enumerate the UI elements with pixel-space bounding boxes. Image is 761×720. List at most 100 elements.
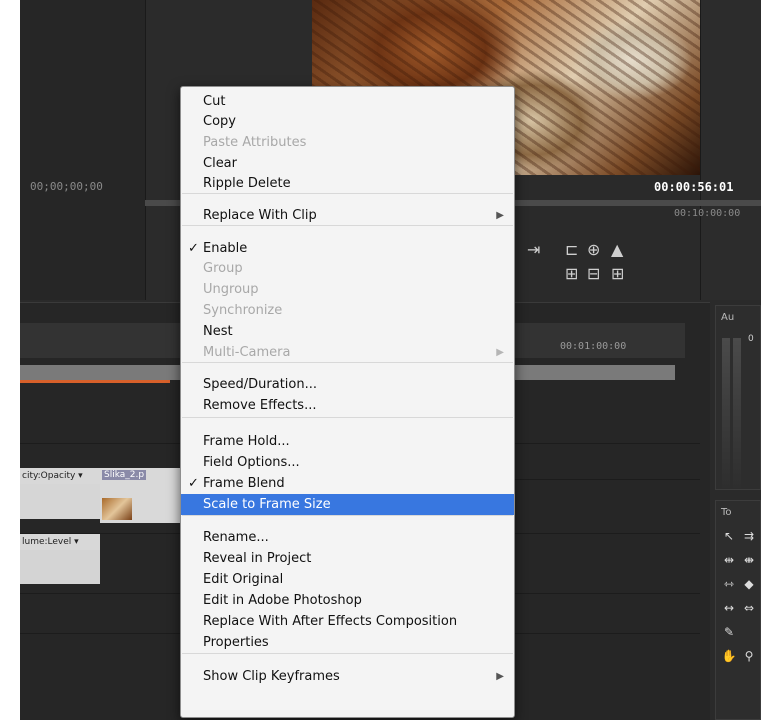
tools-panel: To ↖ ⇉ ⇹ ⇼ ⇿ ◆ ↔ ⇔ ✎ ✋ ⚲ bbox=[715, 500, 761, 720]
menu-item-label: Synchronize bbox=[203, 303, 283, 318]
menu-item-label: Replace With After Effects Composition bbox=[203, 614, 458, 629]
submenu-arrow-icon: ▶ bbox=[496, 671, 504, 682]
menu-item-label: Edit Original bbox=[203, 572, 284, 587]
menu-item-label: Field Options... bbox=[203, 455, 300, 470]
work-area-bar[interactable] bbox=[20, 380, 170, 383]
extract-icon[interactable]: ⊕ bbox=[587, 240, 600, 259]
menu-item-label: Remove Effects... bbox=[203, 398, 317, 413]
menu-item-remove-effects[interactable]: Remove Effects... bbox=[181, 395, 514, 416]
checkmark-icon: ✓ bbox=[188, 241, 199, 256]
menu-separator bbox=[182, 362, 513, 363]
menu-item-label: Show Clip Keyframes bbox=[203, 669, 340, 684]
zoom-tool-icon[interactable]: ⚲ bbox=[740, 649, 758, 663]
grid-icon[interactable]: ⊞ bbox=[611, 264, 624, 283]
selection-tool-icon[interactable]: ↖ bbox=[720, 529, 738, 543]
menu-item-label: Replace With Clip bbox=[203, 208, 317, 223]
menu-item-group: Group bbox=[181, 258, 514, 279]
menu-item-enable[interactable]: ✓ Enable bbox=[181, 238, 514, 259]
menu-item-label: Properties bbox=[203, 635, 269, 650]
slip-tool-icon[interactable]: ↔ bbox=[720, 601, 738, 615]
menu-item-label: Speed/Duration... bbox=[203, 377, 317, 392]
source-monitor bbox=[20, 0, 146, 300]
menu-item-label: Edit in Adobe Photoshop bbox=[203, 593, 362, 608]
menu-item-label: Multi-Camera bbox=[203, 345, 291, 360]
checkmark-icon: ✓ bbox=[188, 476, 199, 491]
menu-item-label: Frame Blend bbox=[203, 476, 285, 491]
menu-item-field-options[interactable]: Field Options... bbox=[181, 452, 514, 473]
program-monitor-right bbox=[700, 0, 761, 300]
menu-item-label: Rename... bbox=[203, 530, 269, 545]
menu-item-edit-in-adobe-photoshop[interactable]: Edit in Adobe Photoshop bbox=[181, 590, 514, 611]
menu-item-reveal-in-project[interactable]: Reveal in Project bbox=[181, 548, 514, 569]
menu-item-rename[interactable]: Rename... bbox=[181, 527, 514, 548]
menu-separator bbox=[182, 193, 513, 194]
menu-item-copy[interactable]: Copy bbox=[181, 111, 514, 132]
tools-tab[interactable]: To bbox=[721, 507, 732, 518]
menu-item-frame-blend[interactable]: ✓ Frame Blend bbox=[181, 473, 514, 494]
menu-item-show-clip-keyframes[interactable]: Show Clip Keyframes ▶ bbox=[181, 666, 514, 687]
audio-meter-left bbox=[722, 338, 730, 488]
submenu-arrow-icon: ▶ bbox=[496, 347, 504, 358]
premiere-workspace: 00;00;00;00 00:00:56:01 00:10:00:00 ⇥ ⊏ … bbox=[20, 0, 761, 720]
menu-item-label: Clear bbox=[203, 156, 237, 171]
menu-item-multi-camera: Multi-Camera ▶ bbox=[181, 342, 514, 363]
export-frame-icon[interactable]: ▲ bbox=[611, 240, 623, 259]
slide-tool-icon[interactable]: ⇔ bbox=[740, 601, 758, 615]
clip-name: Slika_2.p bbox=[102, 470, 147, 480]
menu-item-label: Frame Hold... bbox=[203, 434, 290, 449]
trim-icon[interactable]: ⊞ bbox=[565, 264, 578, 283]
audio-meter-right bbox=[733, 338, 741, 488]
menu-item-properties[interactable]: Properties bbox=[181, 632, 514, 653]
rate-stretch-tool-icon[interactable]: ⇿ bbox=[720, 577, 738, 591]
menu-item-label: Paste Attributes bbox=[203, 135, 307, 150]
timecode-duration: 00:10:00:00 bbox=[674, 208, 741, 219]
razor-tool-icon[interactable]: ◆ bbox=[740, 577, 758, 591]
timecode-left: 00;00;00;00 bbox=[30, 180, 103, 193]
meter-zero-label: 0 bbox=[748, 334, 754, 344]
menu-item-nest[interactable]: Nest bbox=[181, 321, 514, 342]
menu-separator bbox=[182, 225, 513, 226]
menu-item-label: Reveal in Project bbox=[203, 551, 312, 566]
context-menu: Cut Copy Paste Attributes Clear Ripple Delet… bbox=[180, 86, 515, 718]
menu-item-scale-to-frame-size[interactable]: Scale to Frame Size bbox=[181, 494, 514, 515]
clip-thumbnail bbox=[102, 498, 132, 520]
hand-tool-icon[interactable]: ✋ bbox=[720, 649, 738, 663]
pen-tool-icon[interactable]: ✎ bbox=[720, 625, 738, 639]
menu-item-cut[interactable]: Cut bbox=[181, 91, 514, 112]
submenu-arrow-icon: ▶ bbox=[496, 210, 504, 221]
lift-icon[interactable]: ⊏ bbox=[565, 240, 578, 259]
menu-item-frame-hold[interactable]: Frame Hold... bbox=[181, 431, 514, 452]
menu-item-edit-original[interactable]: Edit Original bbox=[181, 569, 514, 590]
menu-item-label: Cut bbox=[203, 94, 226, 109]
track-select-tool-icon[interactable]: ⇉ bbox=[740, 529, 758, 543]
video-clip[interactable] bbox=[20, 484, 100, 519]
audio-meters-panel: Au 0 bbox=[715, 305, 761, 490]
rolling-edit-tool-icon[interactable]: ⇼ bbox=[740, 553, 758, 567]
menu-item-replace-with-clip[interactable]: Replace With Clip ▶ bbox=[181, 205, 514, 226]
menu-item-label: Enable bbox=[203, 241, 248, 256]
menu-item-synchronize: Synchronize bbox=[181, 300, 514, 321]
output-icon[interactable]: ⊟ bbox=[587, 264, 600, 283]
clip-volume-label[interactable]: lume:Level ▾ bbox=[20, 534, 100, 550]
menu-item-label: Copy bbox=[203, 114, 236, 129]
menu-item-speed-duration[interactable]: Speed/Duration... bbox=[181, 374, 514, 395]
menu-item-replace-with-after-effects-composition[interactable]: Replace With After Effects Composition bbox=[181, 611, 514, 632]
menu-item-ripple-delete[interactable]: Ripple Delete bbox=[181, 173, 514, 194]
timecode-current: 00:00:56:01 bbox=[654, 180, 734, 194]
menu-item-clear[interactable]: Clear bbox=[181, 153, 514, 174]
menu-item-label: Nest bbox=[203, 324, 233, 339]
ruler-label: 00:01:00:00 bbox=[560, 341, 627, 352]
menu-separator bbox=[182, 515, 513, 516]
menu-item-label: Group bbox=[203, 261, 243, 276]
monitor-controls: ⇥ ⊏ ⊕ ▲ ⊞ ⊟ ⊞ bbox=[515, 238, 645, 288]
menu-item-paste-attributes: Paste Attributes bbox=[181, 132, 514, 153]
menu-separator bbox=[182, 417, 513, 418]
ripple-edit-tool-icon[interactable]: ⇹ bbox=[720, 553, 738, 567]
menu-item-label: Ungroup bbox=[203, 282, 259, 297]
menu-item-ungroup: Ungroup bbox=[181, 279, 514, 300]
menu-item-label: Ripple Delete bbox=[203, 176, 291, 191]
audio-tab[interactable]: Au bbox=[721, 312, 734, 323]
step-icon[interactable]: ⇥ bbox=[527, 240, 540, 259]
audio-clip[interactable] bbox=[20, 550, 100, 584]
clip-opacity-label[interactable]: city:Opacity ▾ bbox=[20, 468, 100, 484]
